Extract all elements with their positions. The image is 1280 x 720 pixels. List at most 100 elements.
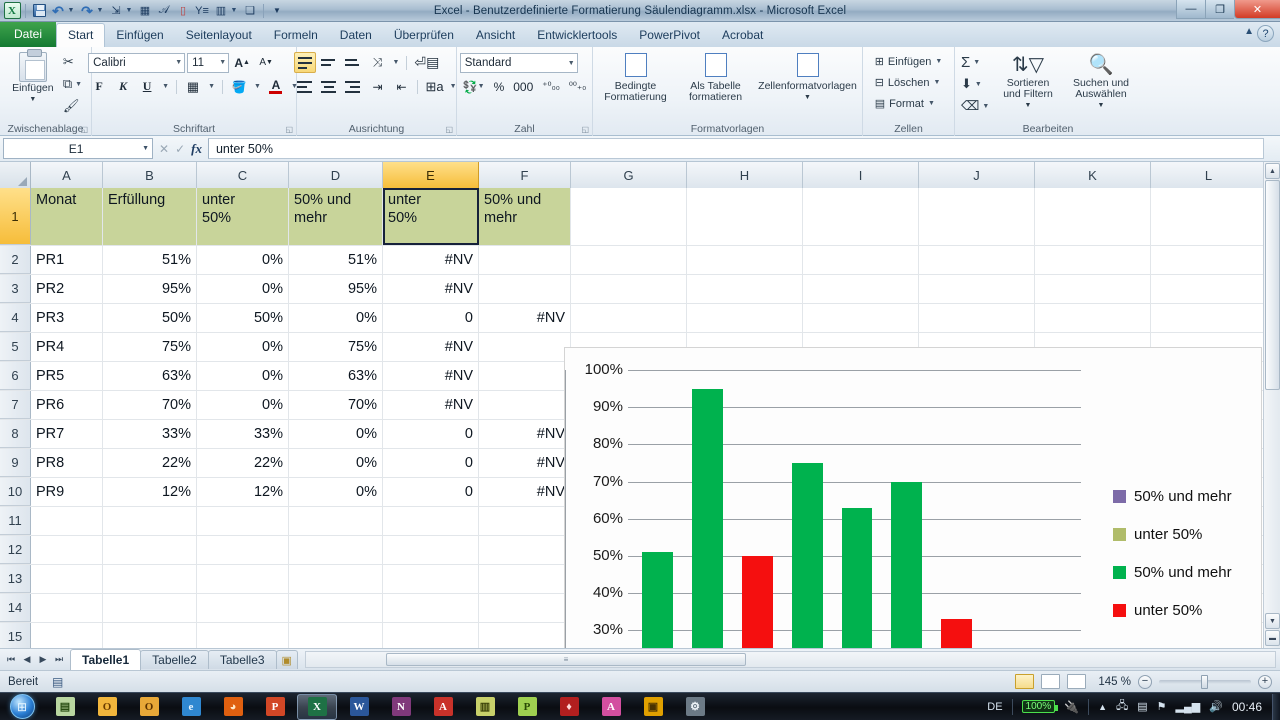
cell-e9[interactable]: 0	[383, 449, 479, 477]
excel-logo-icon[interactable]: X	[3, 2, 21, 20]
taskbar-item[interactable]: P	[507, 694, 547, 720]
column-header-f[interactable]: F	[479, 162, 571, 188]
sort-filter-button[interactable]: ⇅▽ Sortieren und Filtern ▼	[992, 50, 1064, 117]
row-header-10[interactable]: 10	[0, 478, 31, 506]
cell-d9[interactable]: 0%	[289, 449, 383, 477]
split-button[interactable]: ▬	[1265, 630, 1280, 646]
table-icon[interactable]: ▥	[212, 2, 230, 20]
clock[interactable]: 00:46	[1232, 700, 1262, 714]
cell-l3[interactable]	[1151, 275, 1267, 303]
cell-c5[interactable]: 0%	[197, 333, 289, 361]
cell-f7[interactable]	[479, 391, 571, 419]
row-header-8[interactable]: 8	[0, 420, 31, 448]
cell-e15[interactable]	[383, 623, 479, 648]
cell-h3[interactable]	[687, 275, 803, 303]
column-header-h[interactable]: H	[687, 162, 803, 188]
taskbar-item[interactable]: ♦	[549, 694, 589, 720]
help-icon[interactable]: ?	[1257, 25, 1274, 42]
sheet-nav-buttons[interactable]: ⏮ ◀ ▶ ⏭	[0, 654, 70, 665]
table-row[interactable]: 1 Monat Erfüllung unter 50% 50% und mehr…	[0, 188, 1280, 246]
language-indicator[interactable]: DE	[987, 701, 1002, 713]
last-sheet-icon[interactable]: ⏭	[52, 654, 66, 665]
tab-start[interactable]: Start	[56, 23, 106, 47]
cell-d4[interactable]: 0%	[289, 304, 383, 332]
undo-dropdown-icon[interactable]: ▼	[68, 2, 77, 20]
column-header-e[interactable]: E	[383, 162, 479, 188]
taskbar-item[interactable]: N	[381, 694, 421, 720]
ribbon-tab-bar[interactable]: Datei Start Einfügen Seitenlayout Formel…	[0, 22, 1280, 47]
number-dialog-launcher[interactable]: ◱	[581, 125, 589, 134]
cell-a11[interactable]	[31, 507, 103, 535]
chart-bar-PR7[interactable]	[941, 619, 972, 648]
chart-legend[interactable]: 50% und mehr unter 50% 50% und mehr unter 5…	[1113, 488, 1232, 619]
tab-formeln[interactable]: Formeln	[263, 24, 329, 47]
font-dialog-launcher[interactable]: ◱	[285, 125, 293, 134]
chart-bar-PR1[interactable]	[642, 552, 674, 648]
increase-decimal-button[interactable]: ⁺⁰₀₀	[539, 76, 563, 97]
function-icon[interactable]: 𝒜	[155, 2, 173, 20]
cell-d11[interactable]	[289, 507, 383, 535]
taskbar-item[interactable]: O	[87, 694, 127, 720]
chart-bar-PR6[interactable]	[891, 481, 923, 648]
new-sheet-icon[interactable]: ▣	[275, 650, 298, 669]
cell-k1[interactable]	[1035, 188, 1151, 245]
increase-indent-button[interactable]: ⇤	[390, 76, 412, 97]
cell-f3[interactable]	[479, 275, 571, 303]
cell-f4[interactable]: #NV	[479, 304, 571, 332]
cell-a10[interactable]: PR9	[31, 478, 103, 506]
cell-d14[interactable]	[289, 594, 383, 622]
cell-k4[interactable]	[1035, 304, 1151, 332]
table-row[interactable]: 4 PR3 50% 50% 0% 0 #NV	[0, 304, 1280, 333]
number-format-select[interactable]: Standard ▼	[459, 53, 578, 73]
cell-g3[interactable]	[571, 275, 687, 303]
row-header-13[interactable]: 13	[0, 565, 31, 593]
legend-item[interactable]: 50% und mehr	[1113, 564, 1232, 581]
cell-e6[interactable]: #NV	[383, 362, 479, 390]
tab-ansicht[interactable]: Ansicht	[465, 24, 526, 47]
underline-button[interactable]: U	[136, 76, 158, 97]
align-right-button[interactable]	[342, 76, 364, 97]
cell-i3[interactable]	[803, 275, 919, 303]
cell-b2[interactable]: 51%	[103, 246, 197, 274]
paste-button[interactable]: Einfügen ▼	[6, 49, 60, 117]
cell-e14[interactable]	[383, 594, 479, 622]
cell-b13[interactable]	[103, 565, 197, 593]
cell-j3[interactable]	[919, 275, 1035, 303]
record-macro-icon[interactable]: ▯	[174, 2, 192, 20]
cell-b6[interactable]: 63%	[103, 362, 197, 390]
chart-plot-area[interactable]	[633, 370, 1081, 648]
cell-b15[interactable]	[103, 623, 197, 648]
tab-daten[interactable]: Daten	[329, 24, 383, 47]
cell-b5[interactable]: 75%	[103, 333, 197, 361]
customize-qat-icon[interactable]: ▼	[268, 2, 286, 20]
cell-e13[interactable]	[383, 565, 479, 593]
cell-g4[interactable]	[571, 304, 687, 332]
cell-f2[interactable]	[479, 246, 571, 274]
cell-h4[interactable]	[687, 304, 803, 332]
bold-button[interactable]: F	[88, 76, 110, 97]
cell-f11[interactable]	[479, 507, 571, 535]
cell-b10[interactable]: 12%	[103, 478, 197, 506]
font-color-button[interactable]: A	[265, 76, 287, 97]
cell-j4[interactable]	[919, 304, 1035, 332]
redo-dropdown-icon[interactable]: ▼	[97, 2, 106, 20]
row-header-11[interactable]: 11	[0, 507, 31, 535]
align-top-button[interactable]	[294, 52, 317, 73]
column-header-a[interactable]: A	[31, 162, 103, 188]
taskbar-item[interactable]: ◕	[213, 694, 253, 720]
column-header-j[interactable]: J	[919, 162, 1035, 188]
format-as-table-button[interactable]: Als Tabelle formatieren	[676, 51, 756, 103]
format-cells-button[interactable]: ▤ Format ▼	[873, 93, 937, 114]
cell-l4[interactable]	[1151, 304, 1267, 332]
close-button[interactable]: ✕	[1234, 0, 1280, 19]
battery-indicator[interactable]: 100%	[1021, 700, 1058, 713]
sort-icon[interactable]: ⇲	[107, 2, 125, 20]
cell-d3[interactable]: 95%	[289, 275, 383, 303]
name-box[interactable]: E1 ▼	[3, 138, 153, 159]
clear-button[interactable]: ⌫ ▼	[958, 96, 992, 116]
cell-e8[interactable]: 0	[383, 420, 479, 448]
orientation-button[interactable]: ⤨	[366, 52, 388, 73]
cell-c8[interactable]: 33%	[197, 420, 289, 448]
cell-g2[interactable]	[571, 246, 687, 274]
cell-c10[interactable]: 12%	[197, 478, 289, 506]
